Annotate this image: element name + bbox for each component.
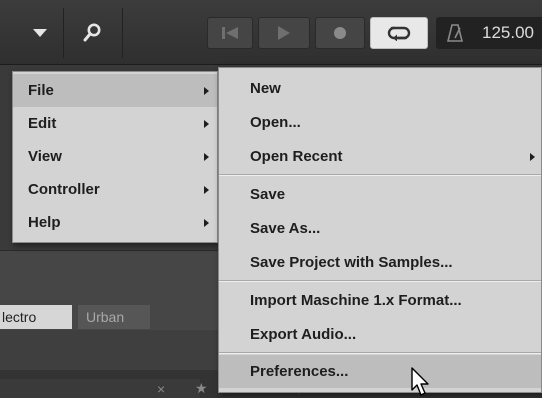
menu-item-help[interactable]: Help <box>13 206 217 239</box>
loop-icon <box>387 26 411 41</box>
search-button[interactable] <box>72 17 112 49</box>
record-icon <box>334 27 346 39</box>
submenu-arrow-icon <box>204 218 209 227</box>
skip-back-icon <box>222 27 238 39</box>
search-icon <box>83 23 101 42</box>
menu-item-label: Help <box>28 214 61 231</box>
menu-item-label: Preferences... <box>250 363 349 380</box>
menu-item-save[interactable]: Save <box>219 178 541 211</box>
file-submenu: New Open... Open Recent Save Save As... … <box>218 67 542 393</box>
menu-dropdown-icon <box>33 28 47 37</box>
menu-item-import-maschine[interactable]: Import Maschine 1.x Format... <box>219 284 541 317</box>
submenu-arrow-icon <box>204 86 209 95</box>
tempo-display[interactable]: 125.00 <box>474 17 542 49</box>
loop-button[interactable] <box>370 17 428 49</box>
menu-item-label: View <box>28 148 62 165</box>
submenu-arrow-icon <box>204 185 209 194</box>
menu-item-label: File <box>28 82 54 99</box>
record-button[interactable] <box>315 17 365 49</box>
skip-back-button[interactable] <box>207 17 253 49</box>
tag-electro[interactable]: lectro <box>0 305 72 329</box>
metronome-icon <box>447 24 463 42</box>
menu-item-label: Controller <box>28 181 100 198</box>
menu-item-label: Save <box>250 186 286 203</box>
menu-dropdown-button[interactable] <box>20 17 60 49</box>
menu-item-open-recent[interactable]: Open Recent <box>219 140 541 173</box>
play-button[interactable] <box>258 17 310 49</box>
menu-item-save-project-with-samples[interactable]: Save Project with Samples... <box>219 246 541 279</box>
submenu-arrow-icon <box>530 152 535 161</box>
tag-urban[interactable]: Urban <box>78 305 150 329</box>
submenu-arrow-icon <box>204 119 209 128</box>
top-toolbar: 125.00 <box>0 0 542 65</box>
mouse-pointer-icon <box>411 367 429 396</box>
menu-item-label: Save Project with Samples... <box>250 254 453 271</box>
main-menu: File Edit View Controller Help <box>12 71 218 243</box>
menu-item-save-as[interactable]: Save As... <box>219 212 541 245</box>
menu-item-view[interactable]: View <box>13 140 217 173</box>
play-icon <box>278 26 290 40</box>
clear-search-icon[interactable]: × <box>157 381 165 397</box>
menu-item-label: Save As... <box>250 220 321 237</box>
menu-item-label: Edit <box>28 115 57 132</box>
menu-item-label: Open Recent <box>250 148 343 165</box>
menu-item-open[interactable]: Open... <box>219 106 541 139</box>
menu-item-export-audio[interactable]: Export Audio... <box>219 318 541 351</box>
submenu-arrow-icon <box>204 152 209 161</box>
menu-item-preferences[interactable]: Preferences... <box>219 355 541 388</box>
menu-item-edit[interactable]: Edit <box>13 107 217 140</box>
favorite-icon[interactable]: ★ <box>195 380 208 397</box>
metronome-button[interactable] <box>436 17 474 49</box>
menu-item-label: New <box>250 80 281 97</box>
browser-search-field[interactable]: × ★ <box>0 379 208 398</box>
menu-item-label: Import Maschine 1.x Format... <box>250 292 462 309</box>
menu-item-label: Export Audio... <box>250 326 357 343</box>
menu-item-file[interactable]: File <box>13 74 217 107</box>
menu-item-controller[interactable]: Controller <box>13 173 217 206</box>
menu-item-new[interactable]: New <box>219 72 541 105</box>
menu-item-label: Open... <box>250 114 301 131</box>
